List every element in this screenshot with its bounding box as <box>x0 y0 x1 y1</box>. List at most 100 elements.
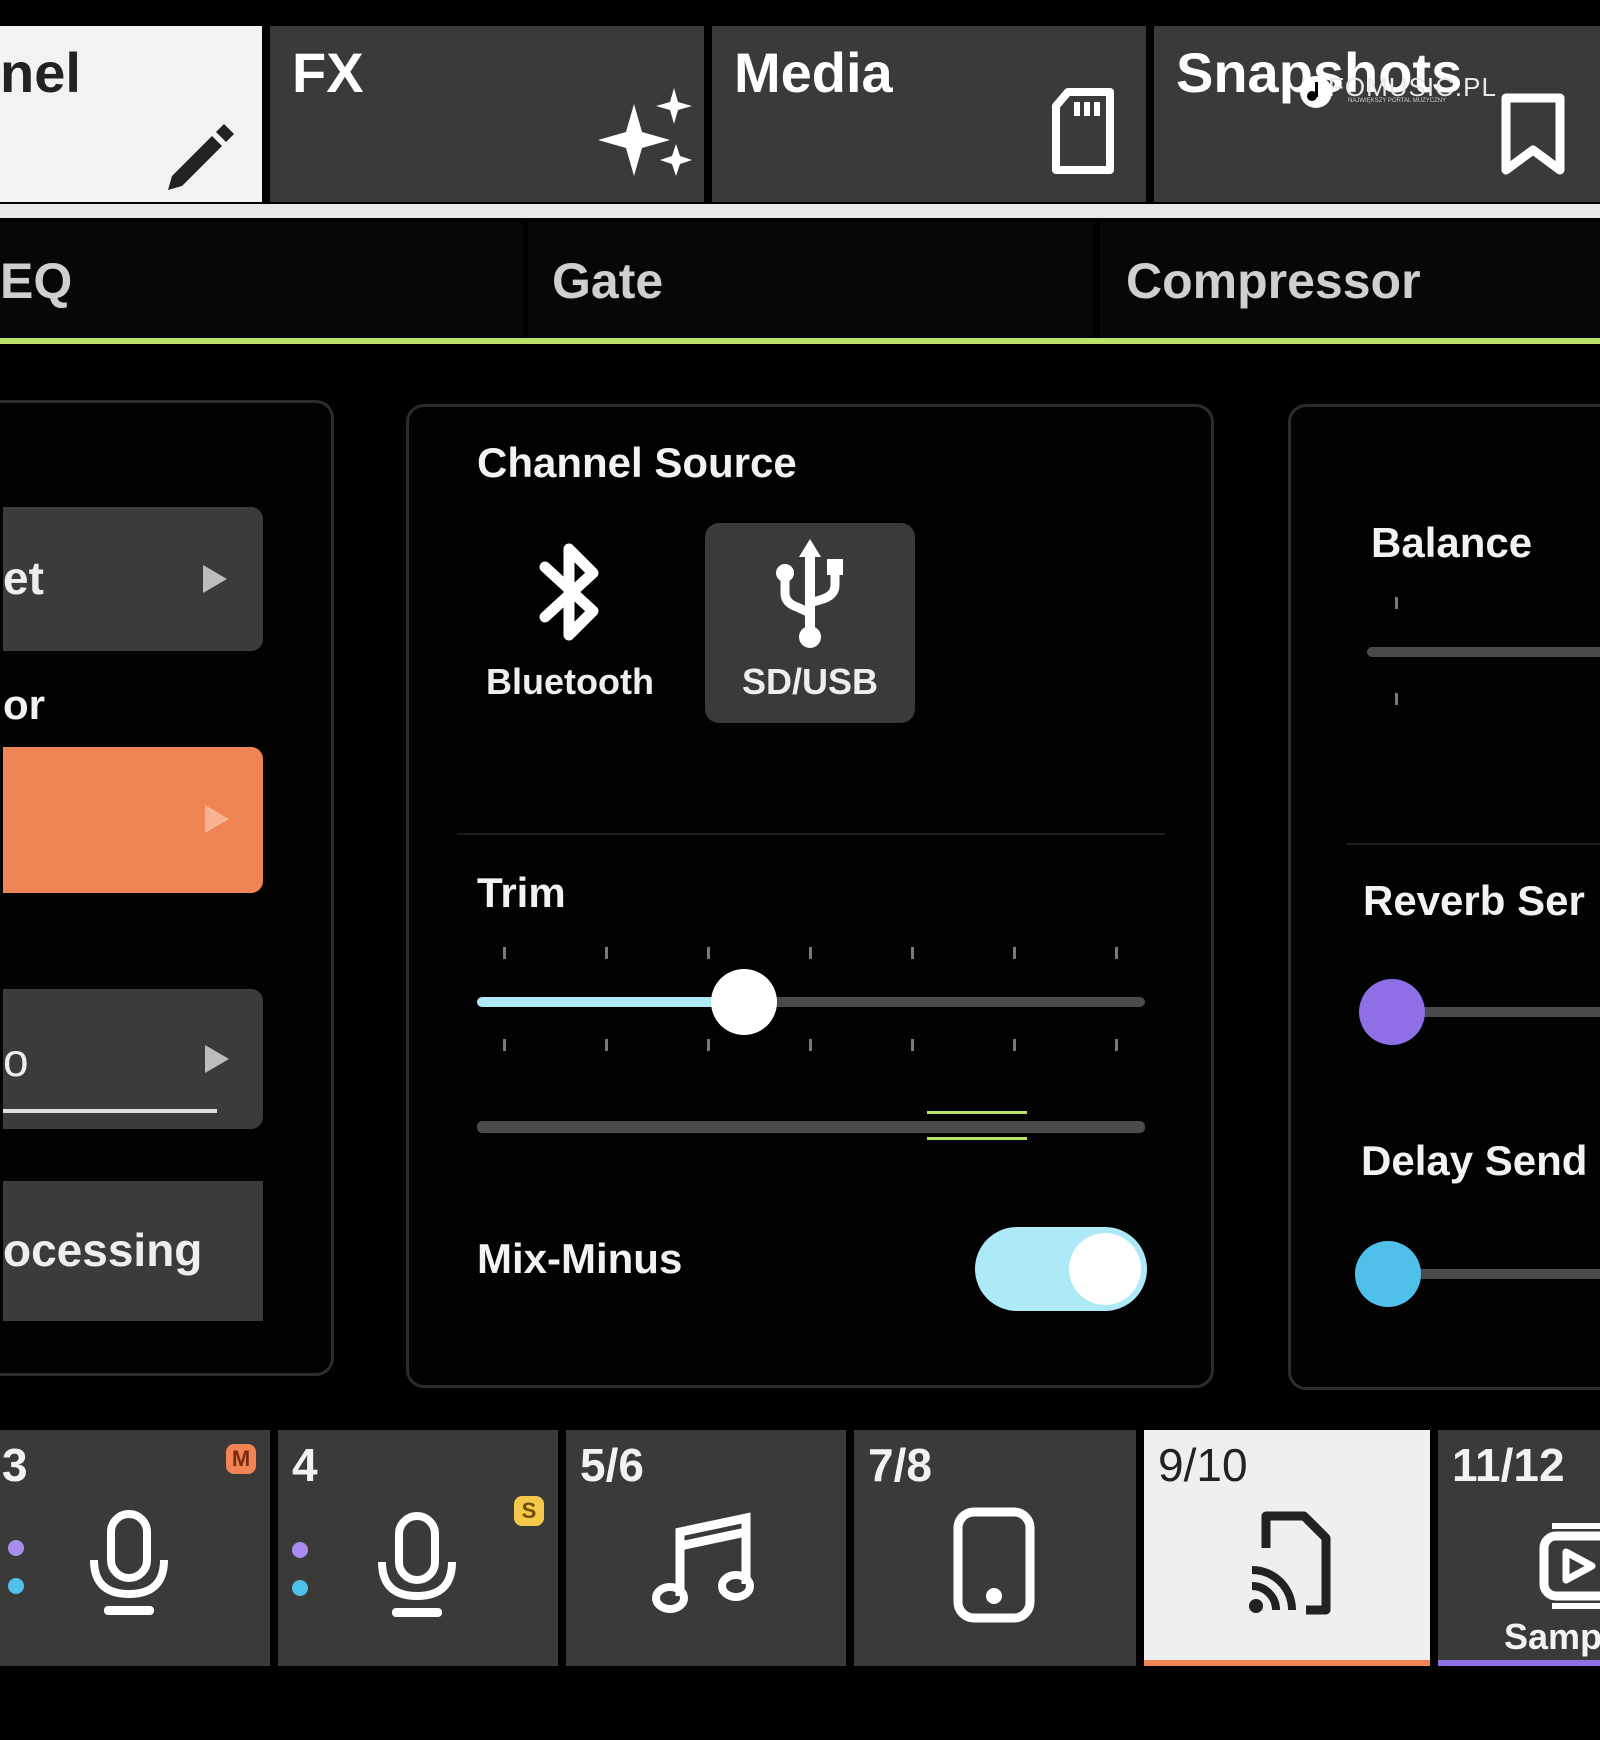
tab-snapshots[interactable]: Snapshots <box>1154 26 1600 202</box>
channel-11-12-caption: Samp <box>1504 1616 1600 1657</box>
channel-3[interactable]: 3 M <box>0 1430 270 1666</box>
trim-tick <box>1115 947 1118 959</box>
top-tab-underline <box>0 204 1600 218</box>
channel-indicator <box>1438 1660 1600 1666</box>
delay-send-knob[interactable] <box>1355 1241 1421 1307</box>
watermark-subtitle: NAJWIĘKSZY PORTAL MUZYCZNY <box>1348 98 1447 104</box>
trim-tick <box>911 947 914 959</box>
mix-minus-toggle[interactable] <box>975 1227 1147 1311</box>
mix-minus-toggle-knob <box>1069 1233 1141 1305</box>
channel-active-indicator <box>1144 1660 1430 1666</box>
tab-fx-label: FX <box>292 41 364 104</box>
channel-source-title: Channel Source <box>477 439 797 486</box>
channel-5-6[interactable]: 5/6 <box>566 1430 846 1666</box>
channel-11-12[interactable]: 11/12 Samp <box>1438 1430 1600 1666</box>
channel-9-10[interactable]: 9/10 <box>1144 1430 1430 1666</box>
left-item-processing[interactable]: ocessing <box>3 1181 263 1321</box>
channel-dot-cyan <box>8 1578 24 1594</box>
trim-tick <box>809 947 812 959</box>
left-item-preset-label: et <box>3 552 44 604</box>
left-item-color-label: or <box>3 681 45 728</box>
left-panel: et or o ocessing <box>0 400 334 1376</box>
channel-11-12-label: 11/12 <box>1452 1439 1565 1491</box>
mute-badge: M <box>226 1444 256 1474</box>
source-sd-usb-label: SD/USB <box>741 661 879 702</box>
trim-tick <box>1013 1039 1016 1051</box>
left-item-preset[interactable]: et <box>3 507 263 651</box>
chevron-right-icon <box>203 565 227 593</box>
trim-tick <box>1115 1039 1118 1051</box>
trim-slider[interactable] <box>477 967 1145 1037</box>
channel-3-label: 3 <box>2 1439 28 1491</box>
trim-tick <box>707 947 710 959</box>
balance-tick <box>1395 597 1398 609</box>
balance-label: Balance <box>1371 519 1533 566</box>
source-bluetooth-label: Bluetooth <box>486 661 654 702</box>
mix-minus-label: Mix-Minus <box>477 1235 683 1282</box>
sends-panel: Balance Reverb Ser Delay Send <box>1288 404 1600 1390</box>
tab-media[interactable]: Media <box>712 26 1146 202</box>
balance-slider[interactable] <box>1367 647 1600 657</box>
left-item-value-label: o <box>3 1034 29 1086</box>
left-item-color-swatch[interactable] <box>3 747 263 893</box>
trim-tick <box>809 1039 812 1051</box>
phone-icon <box>952 1506 1036 1631</box>
panel-divider <box>1347 843 1600 845</box>
music-note-icon <box>650 1510 760 1625</box>
channel-7-8-label: 7/8 <box>868 1439 932 1491</box>
reverb-send-label: Reverb Ser <box>1363 877 1585 924</box>
tab-channel[interactable]: nel <box>0 26 262 202</box>
left-item-processing-label: ocessing <box>3 1224 203 1276</box>
chevron-right-icon <box>205 1045 229 1073</box>
channel-dot-purple <box>292 1542 308 1558</box>
channel-9-10-label: 9/10 <box>1158 1439 1248 1491</box>
subtab-eq[interactable]: EQ <box>0 222 522 340</box>
tab-media-label: Media <box>734 41 893 104</box>
level-meter-peak <box>927 1111 1027 1114</box>
microphone-icon <box>84 1510 174 1625</box>
bluetooth-icon <box>535 537 605 652</box>
source-bluetooth-button[interactable]: Bluetooth <box>465 523 675 723</box>
bookmark-icon <box>1498 92 1568 181</box>
tab-channel-label: nel <box>0 41 81 104</box>
subtab-eq-label: EQ <box>0 253 73 309</box>
pencil-icon <box>160 118 240 203</box>
trim-tick <box>1013 947 1016 959</box>
cast-icon <box>1244 1508 1334 1625</box>
channel-dot-purple <box>8 1540 24 1556</box>
panel-divider <box>457 833 1165 835</box>
trim-label: Trim <box>477 869 566 916</box>
channel-source-panel: Channel Source Bluetooth SD/USB Trim Mix… <box>406 404 1214 1388</box>
sd-card-icon <box>1048 88 1118 181</box>
trim-slider-fill <box>477 997 745 1007</box>
channel-7-8[interactable]: 7/8 <box>854 1430 1136 1666</box>
channel-4[interactable]: 4 S <box>278 1430 558 1666</box>
trim-tick <box>911 1039 914 1051</box>
value-underline <box>3 1109 217 1113</box>
chevron-right-icon <box>205 805 229 833</box>
trim-tick <box>605 947 608 959</box>
subtab-gate-label: Gate <box>552 253 664 309</box>
trim-tick <box>503 1039 506 1051</box>
channel-4-label: 4 <box>292 1439 318 1491</box>
subtab-gate[interactable]: Gate <box>528 222 1094 340</box>
level-meter <box>477 1121 1145 1133</box>
delay-send-label: Delay Send <box>1361 1137 1588 1184</box>
tab-fx[interactable]: FX <box>270 26 704 202</box>
subtab-compressor-label: Compressor <box>1126 253 1421 309</box>
channel-5-6-label: 5/6 <box>580 1439 644 1491</box>
level-meter-peak <box>927 1137 1027 1140</box>
watermark-logo-icon <box>1298 74 1334 115</box>
sampler-icon <box>1538 1522 1600 1627</box>
left-item-value[interactable]: o <box>3 989 263 1129</box>
trim-slider-knob[interactable] <box>711 969 778 1035</box>
source-sd-usb-button[interactable]: SD/USB <box>705 523 915 723</box>
trim-tick <box>707 1039 710 1051</box>
reverb-send-knob[interactable] <box>1359 979 1425 1045</box>
solo-badge: S <box>514 1496 544 1526</box>
trim-tick <box>605 1039 608 1051</box>
microphone-icon <box>372 1512 462 1627</box>
balance-tick <box>1395 693 1398 705</box>
sparkles-icon <box>596 84 696 189</box>
subtab-compressor[interactable]: Compressor <box>1100 222 1600 340</box>
